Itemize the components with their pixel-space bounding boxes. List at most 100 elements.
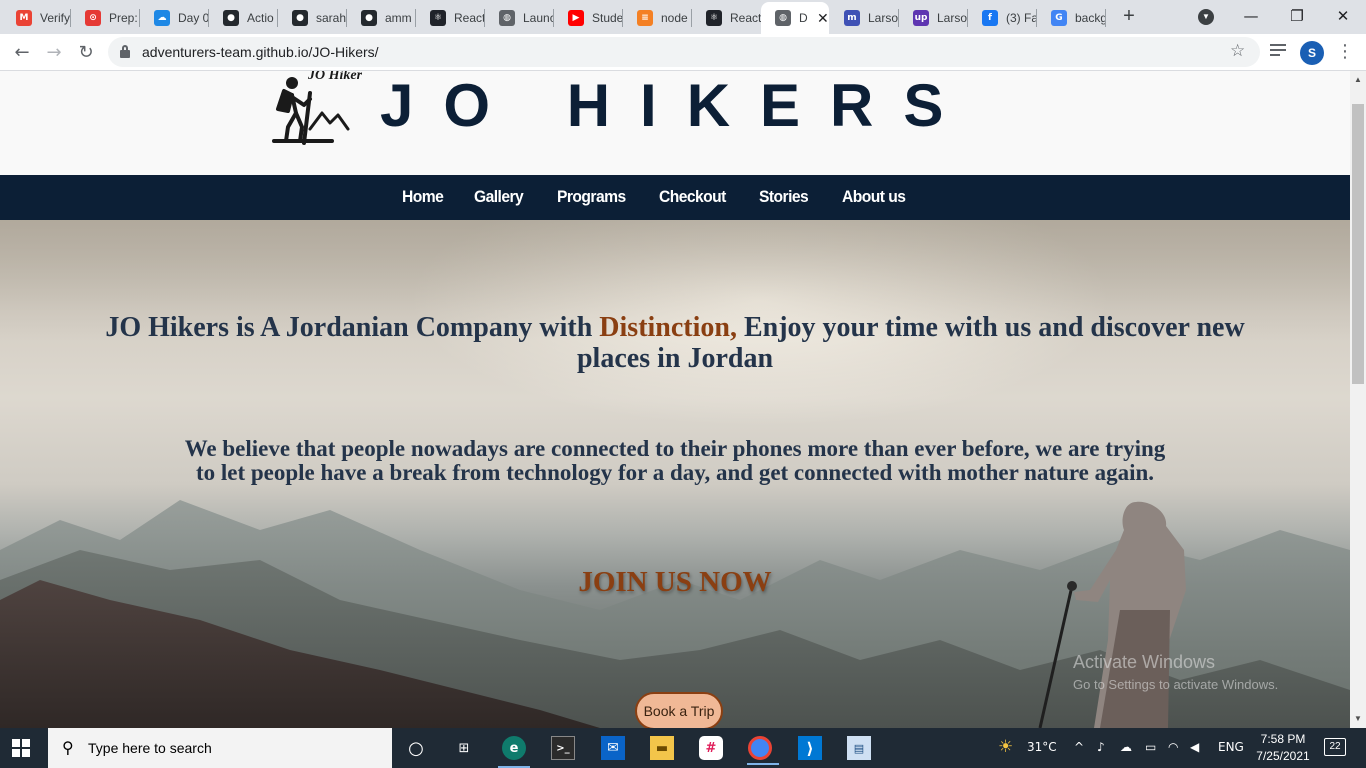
scroll-up-arrow-icon[interactable]: ▲ — [1354, 75, 1362, 84]
address-bar[interactable]: adventurers-team.github.io/JO-Hikers/ ☆ — [108, 37, 1260, 67]
browser-tab[interactable]: ● sarah — [278, 4, 347, 32]
headline-text-start: JO Hikers is A Jordanian Company with — [105, 312, 600, 343]
media-control-icon[interactable] — [1270, 44, 1286, 58]
url-text[interactable]: adventurers-team.github.io/JO-Hikers/ — [142, 44, 379, 60]
browser-toolbar: ← → ↻ adventurers-team.github.io/JO-Hike… — [0, 34, 1366, 71]
tab-label: React — [454, 11, 485, 25]
nav-link-home[interactable]: Home — [402, 187, 444, 207]
tab-label: (3) Fa — [1006, 11, 1037, 25]
nav-link-programs[interactable]: Programs — [557, 187, 626, 207]
browser-tab[interactable]: ☁ Day 0 — [140, 4, 209, 32]
close-tab-icon[interactable]: ✕ — [817, 10, 829, 27]
language-indicator[interactable]: ENG — [1218, 740, 1244, 754]
gmail-icon: M — [16, 10, 32, 26]
browser-tab[interactable]: ● amm — [347, 4, 416, 32]
logo-text: JO Hikers — [307, 71, 362, 83]
forward-button[interactable]: → — [42, 41, 66, 65]
weather-icon[interactable]: ☀ — [998, 737, 1013, 757]
browser-tab[interactable]: ⚛ React — [692, 4, 761, 32]
browser-tab[interactable]: ≡ node — [623, 4, 692, 32]
tab-label: node — [661, 11, 688, 25]
browser-tab[interactable]: ⊙ Prep: — [71, 4, 140, 32]
profile-avatar[interactable]: S — [1300, 41, 1324, 65]
facebook-icon: f — [982, 10, 998, 26]
system-clock[interactable]: 7:58 PM 7/25/2021 — [1248, 731, 1318, 765]
slack-icon[interactable]: # — [699, 736, 723, 760]
tab-search-button[interactable]: ▼ — [1198, 9, 1214, 25]
microphone-icon[interactable]: ♪ — [1097, 740, 1105, 754]
file-explorer-icon[interactable]: ▬ — [650, 736, 674, 760]
browser-tab[interactable]: up Larso — [899, 4, 968, 32]
tab-label: Prep: — [109, 11, 138, 25]
notification-center-badge[interactable]: 22 — [1324, 738, 1346, 756]
windows-taskbar: ⚲ Type here to search ○ ⊞ e >_ ✉ ▬ # ⟩ ▤… — [0, 728, 1366, 768]
close-window-button[interactable]: ✕ — [1320, 4, 1366, 28]
bookmark-star-icon[interactable]: ☆ — [1230, 41, 1245, 61]
main-navbar: Home Gallery Programs Checkout Stories About … — [0, 175, 1350, 220]
browser-tab[interactable]: Gbackg — [1037, 4, 1106, 32]
tray-chevron-icon[interactable]: ^ — [1074, 740, 1084, 754]
minimize-button[interactable]: — — [1228, 4, 1274, 28]
scroll-down-arrow-icon[interactable]: ▼ — [1354, 714, 1362, 723]
browser-tab[interactable]: ● Actio — [209, 4, 278, 32]
clock-time: 7:58 PM — [1260, 732, 1306, 746]
search-icon: ⚲ — [62, 738, 74, 757]
onedrive-icon: ☁ — [154, 10, 170, 26]
terminal-icon[interactable]: >_ — [551, 736, 575, 760]
task-view-icon[interactable]: ⊞ — [452, 736, 476, 760]
menu-kebab-icon[interactable]: ⋮ — [1336, 41, 1354, 62]
tab-label: sarah — [316, 11, 347, 25]
activate-windows-watermark: Activate Windows — [1073, 652, 1216, 672]
browser-tab[interactable]: m Larso — [830, 4, 899, 32]
react-icon: ⚛ — [706, 10, 722, 26]
maximize-button[interactable]: ❐ — [1274, 4, 1320, 28]
tab-label: Stude — [592, 11, 623, 25]
scrollbar-thumb[interactable] — [1352, 104, 1364, 384]
nav-link-gallery[interactable]: Gallery — [474, 187, 524, 207]
tab-label: Actio — [247, 11, 274, 25]
upwork-icon: up — [913, 10, 929, 26]
browser-tab[interactable]: ⚛ React — [416, 4, 485, 32]
browser-tab[interactable]: M Verify — [2, 4, 71, 32]
chrome-icon[interactable] — [747, 736, 779, 765]
browser-tab[interactable]: ◍ Launc — [485, 4, 554, 32]
cortana-icon[interactable]: ○ — [404, 736, 428, 760]
new-tab-button[interactable]: + — [1118, 5, 1140, 27]
hiker-logo-icon[interactable]: JO Hikers — [270, 71, 362, 145]
volume-icon[interactable]: ◀ — [1190, 740, 1199, 754]
tab-label: Larso — [868, 11, 899, 25]
onedrive-icon[interactable]: ☁ — [1120, 740, 1132, 754]
browser-tab[interactable]: ◍ D ✕ — [761, 2, 829, 34]
vscode-icon[interactable]: ⟩ — [798, 736, 822, 760]
taskbar-search-box[interactable]: ⚲ Type here to search — [48, 728, 392, 768]
browser-tab[interactable]: ▶ Stude — [554, 4, 623, 32]
back-button[interactable]: ← — [10, 41, 34, 65]
paint-icon[interactable]: ▤ — [847, 736, 871, 760]
nav-link-stories[interactable]: Stories — [759, 187, 809, 207]
tab-label: Launc — [523, 11, 554, 25]
stackoverflow-icon: ≡ — [637, 10, 653, 26]
book-trip-button[interactable]: Book a Trip — [635, 692, 723, 728]
tab-label: Day 0 — [178, 11, 209, 25]
activate-windows-hint: Go to Settings to activate Windows. — [1073, 677, 1279, 692]
tab-separator — [1105, 9, 1106, 27]
edge-browser-icon[interactable]: e — [498, 736, 530, 768]
taskbar-search-placeholder[interactable]: Type here to search — [88, 740, 212, 756]
reload-button[interactable]: ↻ — [74, 41, 98, 65]
globe-icon: ◍ — [775, 10, 791, 26]
lock-icon[interactable] — [120, 45, 130, 58]
nav-link-checkout[interactable]: Checkout — [659, 187, 726, 207]
mail-icon[interactable]: ✉ — [601, 736, 625, 760]
wifi-icon[interactable]: ◠ — [1168, 740, 1178, 754]
join-us-heading[interactable]: JOIN US NOW — [0, 566, 1350, 599]
brand-title: JO HIKERS — [380, 72, 974, 139]
browser-tab[interactable]: f (3) Fa — [968, 4, 1037, 32]
weather-temp[interactable]: 31°C — [1027, 740, 1057, 754]
hero-paragraph: We believe that people nowadays are conn… — [184, 436, 1166, 485]
windows-start-icon[interactable] — [12, 739, 30, 757]
youtube-icon: ▶ — [568, 10, 584, 26]
nav-link-about-us[interactable]: About us — [842, 187, 906, 207]
site-header: JO Hikers JO HIKERS — [0, 71, 1350, 175]
battery-icon[interactable]: ▭ — [1145, 740, 1156, 754]
page-scrollbar[interactable]: ▲ ▼ — [1350, 71, 1366, 728]
